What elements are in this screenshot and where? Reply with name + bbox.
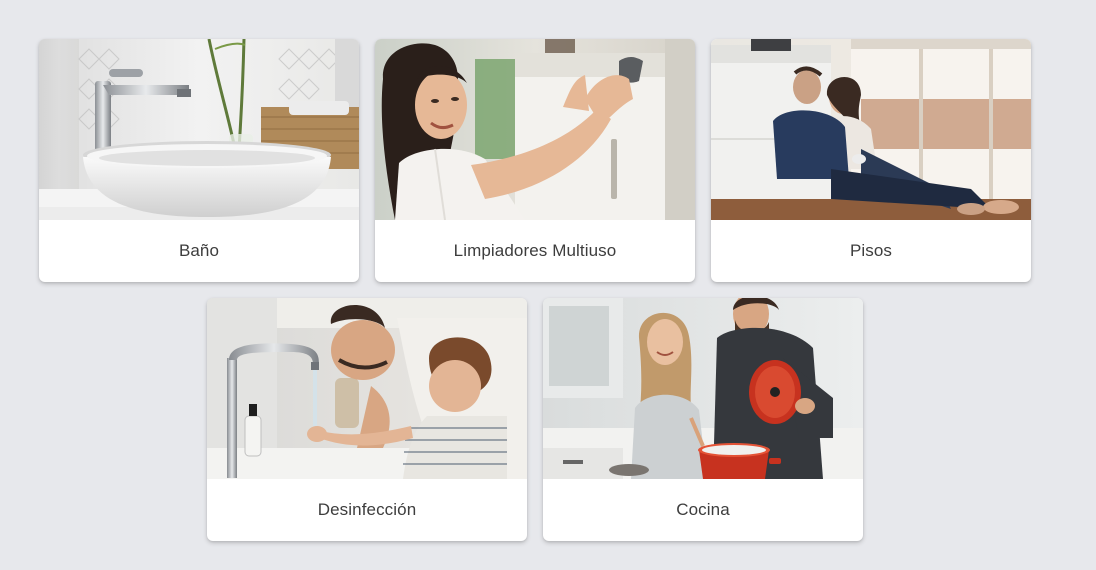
category-card-bano[interactable]: Baño	[39, 39, 359, 282]
category-label: Desinfección	[317, 500, 417, 519]
category-card-limpiadores-multiuso[interactable]: Limpiadores Multiuso	[375, 39, 695, 282]
category-grid: Baño Limpiadores Multiuso Pisos Desinfec…	[0, 0, 1096, 570]
woman-cleaning-cabinet-photo	[375, 39, 695, 220]
category-card-cocina[interactable]: Cocina	[543, 298, 863, 541]
category-card-pisos[interactable]: Pisos	[711, 39, 1031, 282]
category-card-desinfeccion[interactable]: Desinfección	[207, 298, 527, 541]
category-label: Pisos	[849, 241, 893, 260]
category-label: Cocina	[676, 500, 730, 519]
category-label: Baño	[178, 241, 220, 260]
father-child-washing-hands-photo	[207, 298, 527, 479]
couple-sitting-on-floor-photo	[711, 39, 1031, 220]
couple-cooking-kitchen-photo	[543, 298, 863, 479]
bathroom-sink-photo	[39, 39, 359, 220]
category-label: Limpiadores Multiuso	[453, 241, 617, 260]
